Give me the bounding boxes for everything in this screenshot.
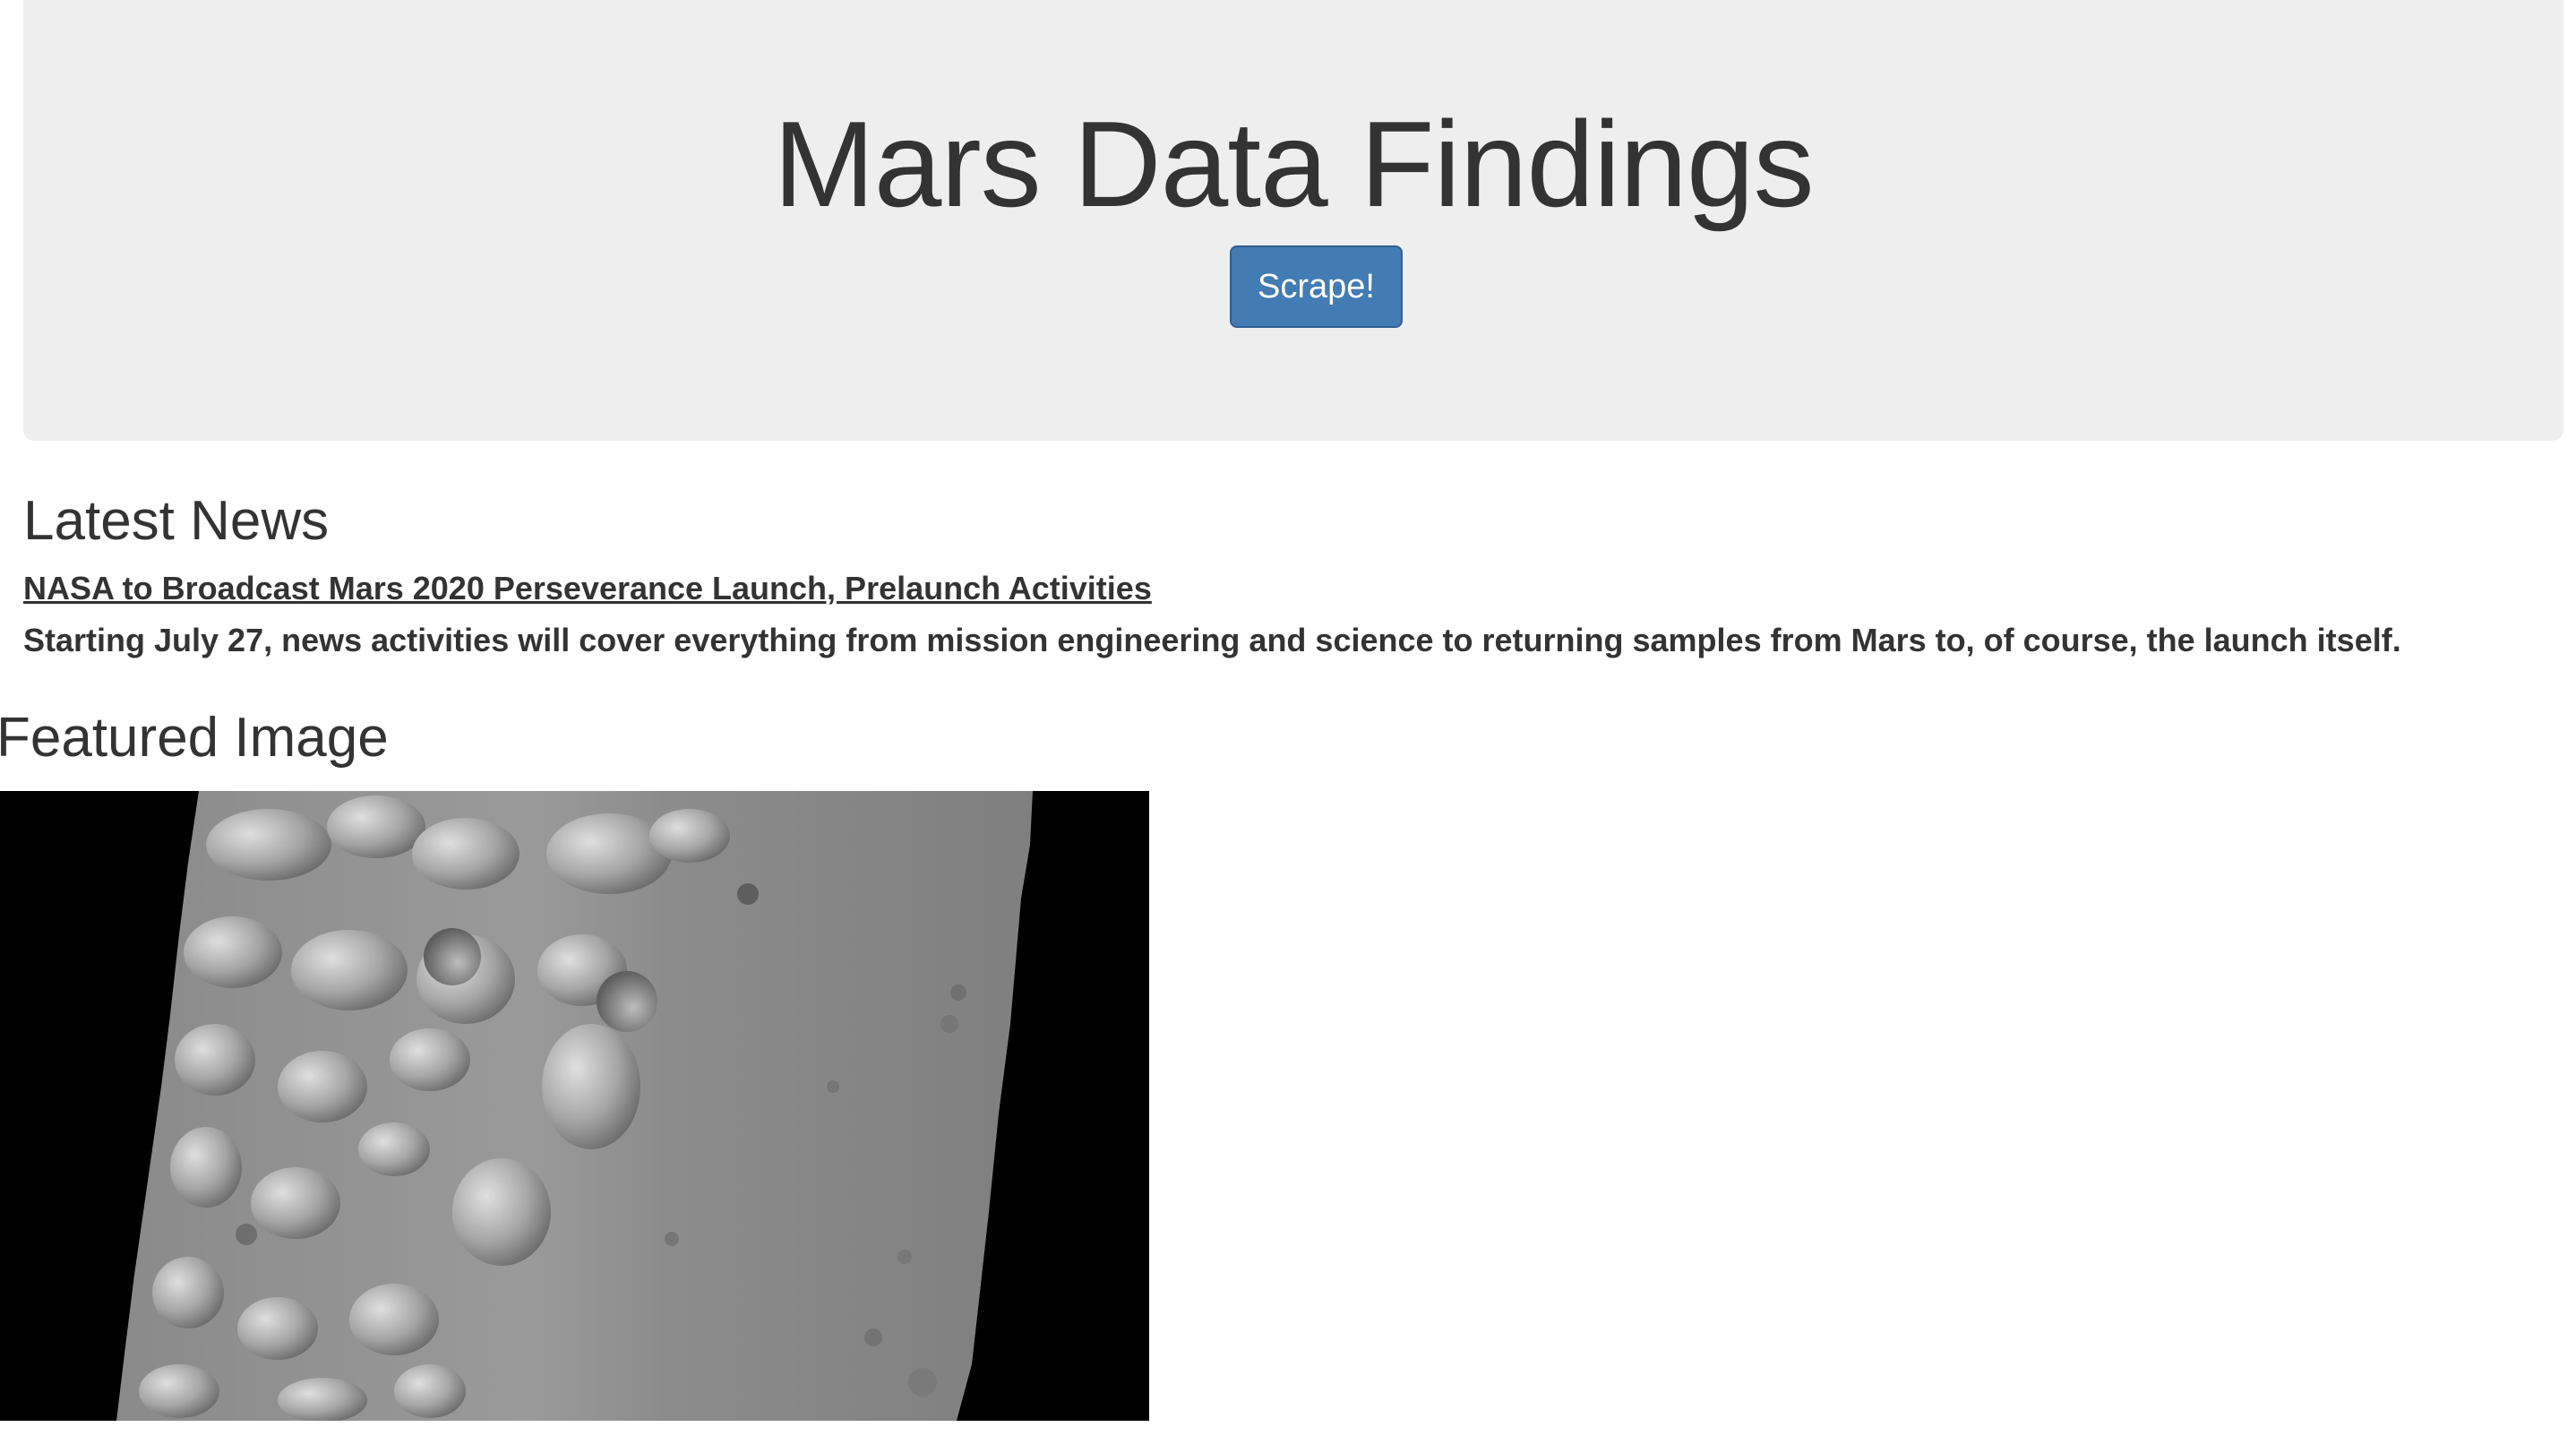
news-title-link[interactable]: NASA to Broadcast Mars 2020 Perseverance… [23,570,1152,607]
header-jumbotron: Mars Data Findings Scrape! [23,0,2563,441]
featured-image-heading: Featured Image [0,707,389,769]
featured-image [0,791,1149,1421]
page-title: Mars Data Findings [773,96,1814,232]
news-teaser: Starting July 27, news activities will c… [23,622,2401,658]
latest-news-heading: Latest News [23,490,330,552]
scrape-button[interactable]: Scrape! [1230,245,1403,328]
